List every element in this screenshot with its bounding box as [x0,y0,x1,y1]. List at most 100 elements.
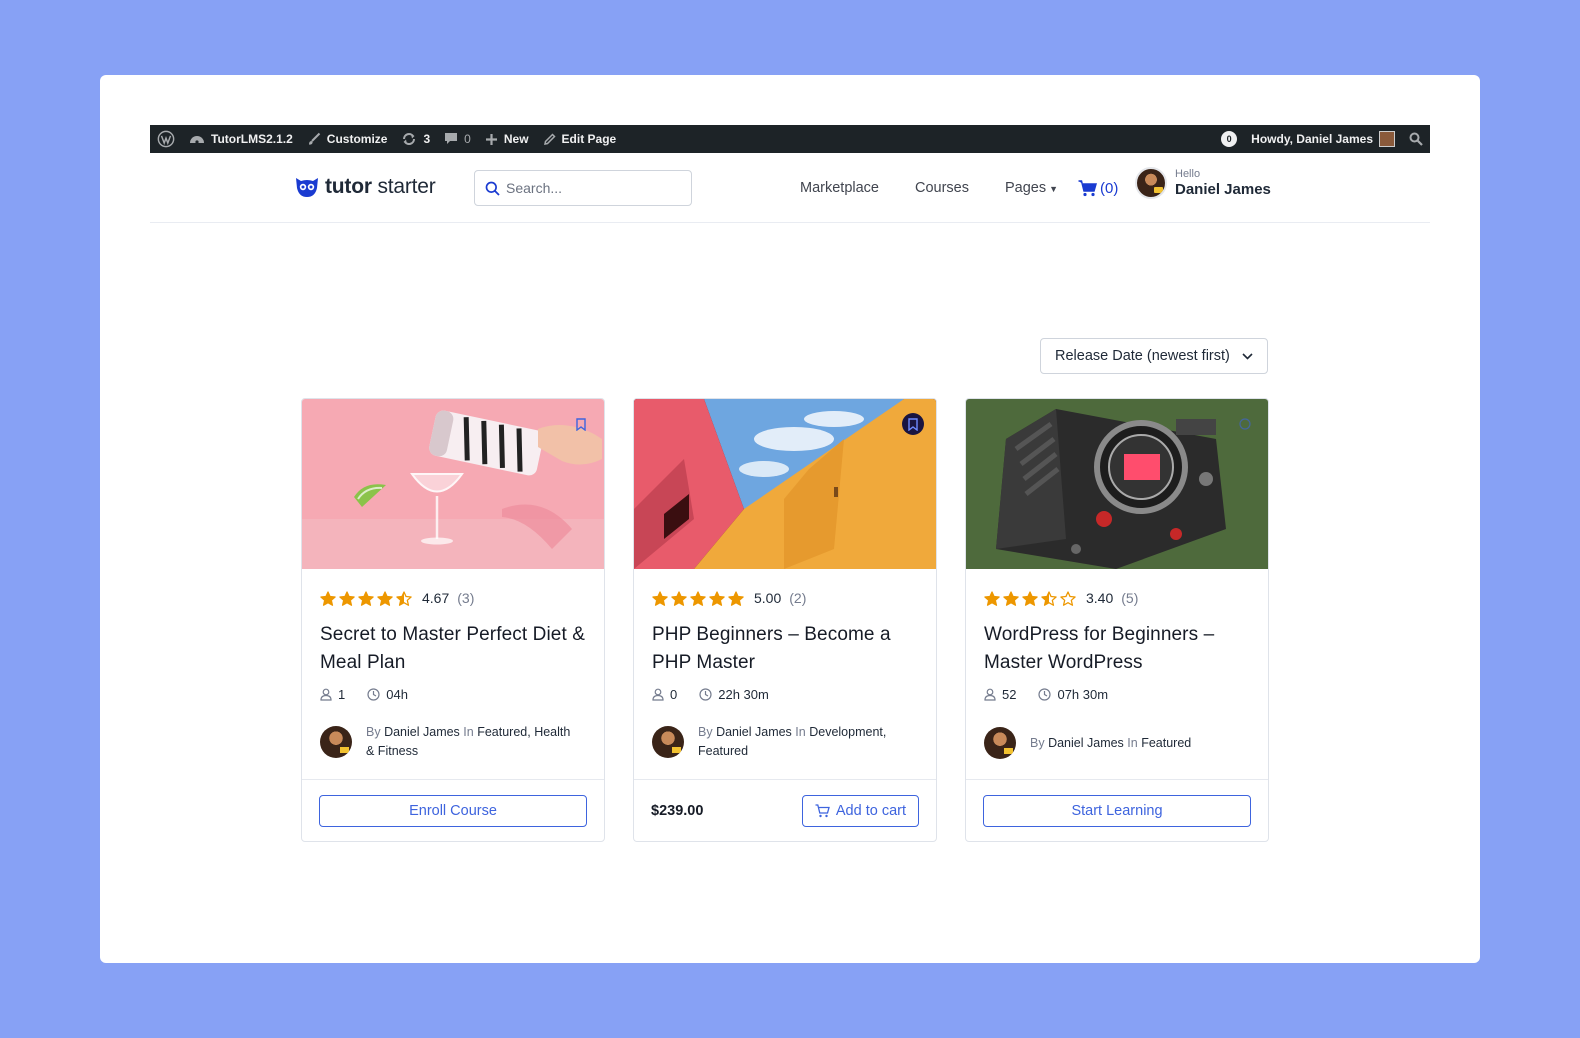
card-footer: Enroll Course [302,779,604,841]
user-icon [320,688,332,701]
notification-badge: 0 [1221,131,1238,147]
updates-count: 3 [423,132,431,146]
rating-stars [320,590,412,606]
bookmark-button[interactable] [1234,413,1256,435]
author-name[interactable]: Daniel James [1048,736,1124,750]
enroll-course-button[interactable]: Enroll Course [319,794,587,827]
author-name[interactable]: Daniel James [716,725,792,739]
dashboard-icon [189,132,205,146]
course-categories-cont[interactable]: & Fitness [366,742,570,761]
updates-icon [401,132,417,146]
sort-select[interactable]: Release Date (newest first) [1040,338,1268,374]
page-frame: TutorLMS2.1.2 Customize 3 0 New Edit Pag… [100,75,1480,963]
user-menu[interactable]: Hello Daniel James [1135,167,1271,199]
search-input[interactable] [506,180,676,196]
course-title[interactable]: WordPress for Beginners – Master WordPre… [984,621,1250,677]
edit-page-link[interactable]: Edit Page [536,125,624,153]
search-box[interactable] [474,170,692,206]
student-count: 52 [1002,687,1017,702]
rating-value: 4.67 [422,590,450,606]
course-categories[interactable]: Featured [1141,736,1191,750]
course-meta: 0 22h 30m [652,687,918,702]
updates-link[interactable]: 3 [394,125,437,153]
course-card: 5.00 (2) PHP Beginners – Become a PHP Ma… [633,398,937,842]
author-avatar [984,727,1016,759]
site-name-link[interactable]: TutorLMS2.1.2 [182,125,300,153]
course-categories[interactable]: Featured, Health [477,725,570,739]
course-author: By Daniel James In Featured [984,727,1191,759]
user-icon [984,688,996,701]
star-full-icon [358,590,374,606]
avatar [1135,167,1167,199]
comments-count: 0 [464,132,471,146]
admin-search-button[interactable] [1402,125,1430,153]
star-full-icon [1022,590,1038,606]
comment-icon [444,132,458,146]
star-empty-icon [1060,590,1076,606]
cart-icon [1078,179,1098,196]
rating-count: (5) [1121,590,1139,606]
customize-link[interactable]: Customize [300,125,395,153]
author-name[interactable]: Daniel James [384,725,460,739]
wordpress-icon [157,130,175,148]
logo-text: tutor starter [325,175,436,198]
edit-page-label: Edit Page [561,132,617,146]
bookmark-button[interactable] [902,413,924,435]
star-full-icon [1003,590,1019,606]
star-full-icon [377,590,393,606]
nav-item-courses[interactable]: Courses [915,180,969,196]
course-thumbnail[interactable] [966,399,1268,569]
brush-icon [307,132,321,146]
course-image-camera [966,399,1268,569]
rating-stars [984,590,1076,606]
course-thumbnail[interactable] [634,399,936,569]
course-categories-cont[interactable]: Featured [698,742,886,761]
search-icon [1409,132,1423,146]
main-nav: Marketplace Courses Pages ▼ (0) [800,153,1118,223]
star-full-icon [320,590,336,606]
comments-link[interactable]: 0 [437,125,478,153]
author-avatar [652,726,684,758]
star-full-icon [339,590,355,606]
new-label: New [503,132,529,146]
course-thumbnail[interactable] [302,399,604,569]
my-account-link[interactable]: Howdy, Daniel James [1244,125,1402,153]
add-to-cart-label: Add to cart [835,802,906,819]
star-half-icon [1041,590,1057,606]
howdy-text: Howdy, Daniel James [1251,132,1373,146]
course-author: By Daniel James In Development, Featured [652,723,886,761]
chevron-down-icon: ▼ [1049,184,1059,194]
cart-icon [815,803,830,817]
clock-icon [367,688,380,701]
bookmark-button[interactable] [570,413,592,435]
course-meta: 1 04h [320,687,586,702]
clock-icon [699,688,712,701]
nav-item-pages[interactable]: Pages ▼ [1005,180,1058,196]
site-logo[interactable]: tutor starter [295,175,436,199]
course-price: $239.00 [651,802,704,819]
course-title[interactable]: Secret to Master Perfect Diet & Meal Pla… [320,621,586,677]
rating-count: (3) [457,590,475,606]
add-to-cart-button[interactable]: Add to cart [801,794,919,827]
course-image-drink [302,399,604,569]
course-duration: 22h 30m [718,687,769,702]
star-full-icon [690,590,706,606]
rating-value: 3.40 [1086,590,1114,606]
chevron-down-icon [1242,352,1253,360]
start-learning-button[interactable]: Start Learning [983,794,1251,827]
star-full-icon [709,590,725,606]
rating-stars [652,590,744,606]
star-full-icon [671,590,687,606]
course-title[interactable]: PHP Beginners – Become a PHP Master [652,621,918,677]
customize-label: Customize [326,132,388,146]
notifications-button[interactable]: 0 [1214,125,1244,153]
wp-logo-button[interactable] [150,125,182,153]
sort-selected: Release Date (newest first) [1055,348,1230,364]
course-categories[interactable]: Development, [809,725,886,739]
course-card: 4.67 (3) Secret to Master Perfect Diet &… [301,398,605,842]
cart-button[interactable]: (0) [1078,180,1118,197]
course-author: By Daniel James In Featured, Health & Fi… [320,723,570,761]
new-content-link[interactable]: New [478,125,536,153]
author-avatar [320,726,352,758]
nav-item-marketplace[interactable]: Marketplace [800,180,879,196]
